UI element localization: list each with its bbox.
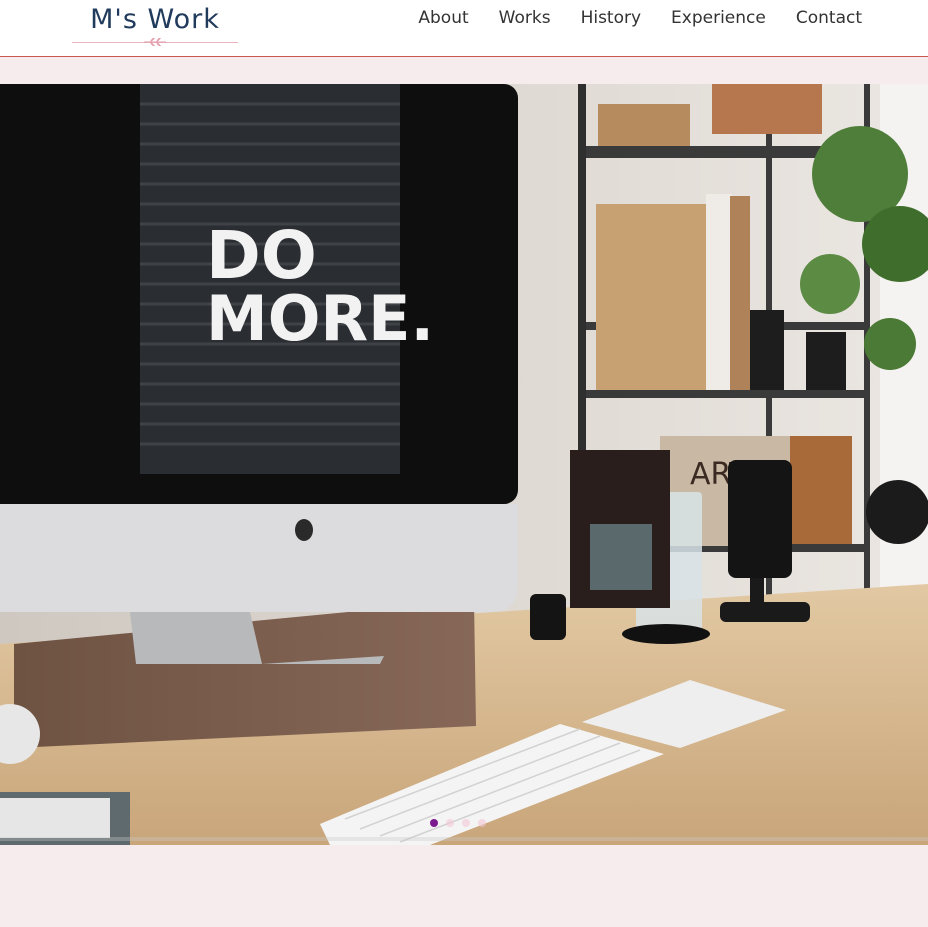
- nav-about[interactable]: About: [418, 7, 468, 29]
- slider-dots: [430, 819, 486, 827]
- hero-slider[interactable]: ART DO MORE.: [0, 84, 928, 845]
- slide-dot-1[interactable]: [430, 819, 438, 827]
- apple-logo-icon: [295, 519, 313, 541]
- nav-contact[interactable]: Contact: [796, 7, 862, 29]
- slide-dot-2[interactable]: [446, 819, 454, 827]
- site-header: M's Work About Works History Experience …: [0, 0, 928, 57]
- leaf-sprig-icon: [144, 37, 166, 47]
- screen-text-more: MORE.: [206, 282, 434, 355]
- hero-image: ART DO MORE.: [0, 84, 928, 845]
- logo[interactable]: M's Work: [70, 0, 240, 52]
- nav-history[interactable]: History: [581, 7, 641, 29]
- logo-text[interactable]: M's Work: [70, 3, 240, 37]
- slider-progress-bar: [0, 837, 928, 841]
- nav-experience[interactable]: Experience: [671, 7, 766, 29]
- slide-dot-4[interactable]: [478, 819, 486, 827]
- main-nav: About Works History Experience Contact: [418, 7, 862, 29]
- nav-works[interactable]: Works: [499, 7, 551, 29]
- slide-dot-3[interactable]: [462, 819, 470, 827]
